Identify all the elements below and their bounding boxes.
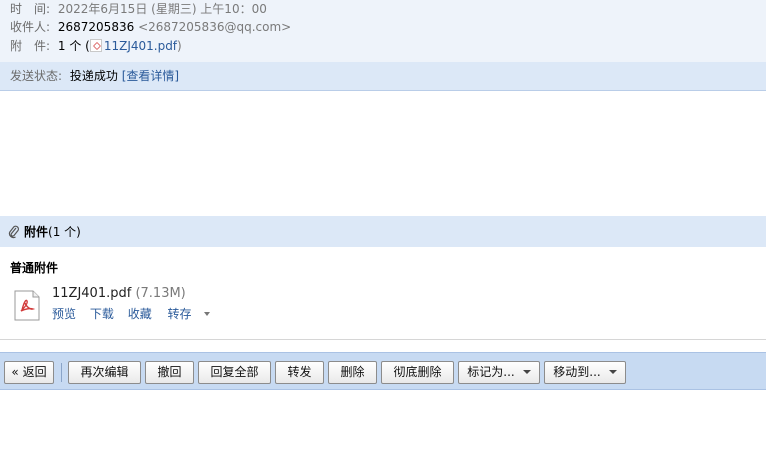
chevron-down-icon bbox=[608, 370, 617, 374]
divider bbox=[0, 339, 766, 340]
preview-link[interactable]: 预览 bbox=[52, 307, 76, 321]
download-link[interactable]: 下载 bbox=[90, 307, 114, 321]
status-value: 投递成功 bbox=[69, 69, 118, 83]
save-to-label: 转存 bbox=[167, 307, 192, 321]
chevron-down-icon bbox=[522, 370, 531, 374]
time-label: 时 间: bbox=[10, 2, 51, 16]
attachments-header: 附件(1 个) bbox=[0, 216, 766, 247]
attachment-link[interactable]: 11ZJ401.pdf bbox=[104, 39, 177, 53]
attachment-file-name[interactable]: 11ZJ401.pdf bbox=[52, 286, 131, 301]
attachment-file-row: 11ZJ401.pdf (7.13M) bbox=[52, 286, 186, 301]
attachment-file-size: (7.13M) bbox=[135, 286, 186, 301]
recipient-email: <2687205836@qq.com> bbox=[138, 20, 292, 34]
toolbar-separator bbox=[61, 363, 62, 382]
delete-button[interactable]: 删除 bbox=[328, 361, 377, 384]
back-button[interactable]: « 返回 bbox=[4, 361, 54, 384]
normal-attachments-title: 普通附件 bbox=[10, 261, 59, 275]
action-toolbar: « 返回 再次编辑 撤回 回复全部 转发 删除 彻底删除 标记为... 移动到.… bbox=[0, 352, 766, 390]
status-row: 发送状态: 投递成功 [查看详情] bbox=[10, 67, 179, 85]
forward-button[interactable]: 转发 bbox=[275, 361, 324, 384]
re-edit-button[interactable]: 再次编辑 bbox=[68, 361, 141, 384]
delivery-status-bar: 发送状态: 投递成功 [查看详情] bbox=[0, 62, 766, 91]
attachments-title-row: 附件(1 个) bbox=[8, 223, 81, 241]
save-to-dropdown[interactable]: 转存 bbox=[168, 307, 220, 321]
time-row: 时 间: 2022年6月15日 (星期三) 上午10：00 bbox=[10, 0, 267, 18]
pdf-icon bbox=[89, 39, 102, 52]
attachment-actions: 预览 下载 收藏 转存 bbox=[52, 305, 230, 322]
mark-as-dropdown[interactable]: 标记为... bbox=[458, 361, 540, 384]
move-to-dropdown[interactable]: 移动到... bbox=[544, 361, 626, 384]
reply-all-button[interactable]: 回复全部 bbox=[198, 361, 271, 384]
mark-as-label: 标记为... bbox=[467, 365, 515, 379]
status-label: 发送状态: bbox=[10, 69, 63, 83]
delete-permanently-button[interactable]: 彻底删除 bbox=[381, 361, 454, 384]
attachment-count: 1 个 ( bbox=[57, 39, 90, 53]
mail-header: 时 间: 2022年6月15日 (星期三) 上午10：00 收件人: 26872… bbox=[0, 0, 766, 62]
recipient-name[interactable]: 2687205836 bbox=[58, 20, 134, 34]
attachment-label: 附 件: bbox=[10, 39, 51, 53]
view-details-link[interactable]: [查看详情] bbox=[122, 69, 179, 83]
attachments-title: 附件 bbox=[24, 225, 49, 239]
chevron-down-icon bbox=[203, 312, 210, 316]
paperclip-icon bbox=[8, 225, 19, 239]
move-to-label: 移动到... bbox=[553, 365, 601, 379]
recall-button[interactable]: 撤回 bbox=[145, 361, 194, 384]
attachments-count: (1 个) bbox=[48, 225, 81, 239]
time-value: 2022年6月15日 (星期三) 上午10：00 bbox=[57, 2, 267, 16]
favorite-link[interactable]: 收藏 bbox=[128, 307, 152, 321]
recipient-label: 收件人: bbox=[10, 20, 51, 34]
pdf-file-icon[interactable] bbox=[13, 288, 41, 322]
recipient-row: 收件人: 2687205836 <2687205836@qq.com> bbox=[10, 18, 291, 36]
attachment-row: 附 件: 1 个 ( 11ZJ401.pdf) bbox=[10, 37, 182, 55]
attachment-close-paren: ) bbox=[177, 39, 182, 53]
